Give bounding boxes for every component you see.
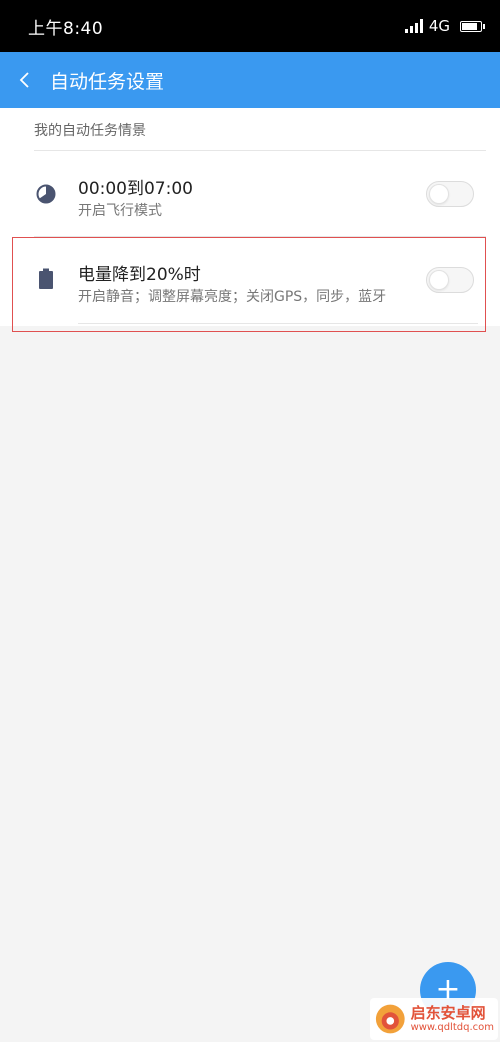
task-list-panel: 我的自动任务情景 00:00到07:00 开启飞行模式 电量降到20%时 开启静… [0,108,500,326]
divider [34,236,486,237]
watermark-url: www.qdltdq.com [410,1021,494,1033]
task-item-battery[interactable]: 电量降到20%时 开启静音；调整屏幕亮度；关闭GPS，同步，蓝牙 [0,238,500,322]
battery-icon [38,268,58,289]
clock-icon [36,184,56,204]
battery-status-icon [460,20,485,32]
page-title: 自动任务设置 [50,70,165,93]
watermark-title: 启东安卓网 [410,1004,486,1023]
status-time: 上午8:40 [28,18,104,39]
section-header: 我的自动任务情景 [34,123,146,139]
toggle-knob [429,184,449,204]
watermark: 启东安卓网 www.qdltdq.com [370,998,498,1040]
watermark-logo-icon [375,1004,405,1034]
divider [34,150,486,151]
task-toggle[interactable] [426,267,474,293]
task-toggle[interactable] [426,181,474,207]
task-title: 电量降到20%时 [78,265,201,285]
status-bar: 上午8:40 4G [0,0,500,52]
task-title: 00:00到07:00 [78,179,193,199]
task-item-schedule[interactable]: 00:00到07:00 开启飞行模式 [0,152,500,236]
status-indicators: 4G [404,17,485,35]
network-type: 4G [428,17,450,35]
toggle-knob [429,270,449,290]
task-subtitle: 开启飞行模式 [78,203,162,219]
app-bar: 自动任务设置 [0,52,500,108]
task-subtitle: 开启静音；调整屏幕亮度；关闭GPS，同步，蓝牙 [78,289,387,305]
signal-icon [404,19,423,33]
back-arrow-icon[interactable] [0,52,50,108]
divider [78,323,478,324]
